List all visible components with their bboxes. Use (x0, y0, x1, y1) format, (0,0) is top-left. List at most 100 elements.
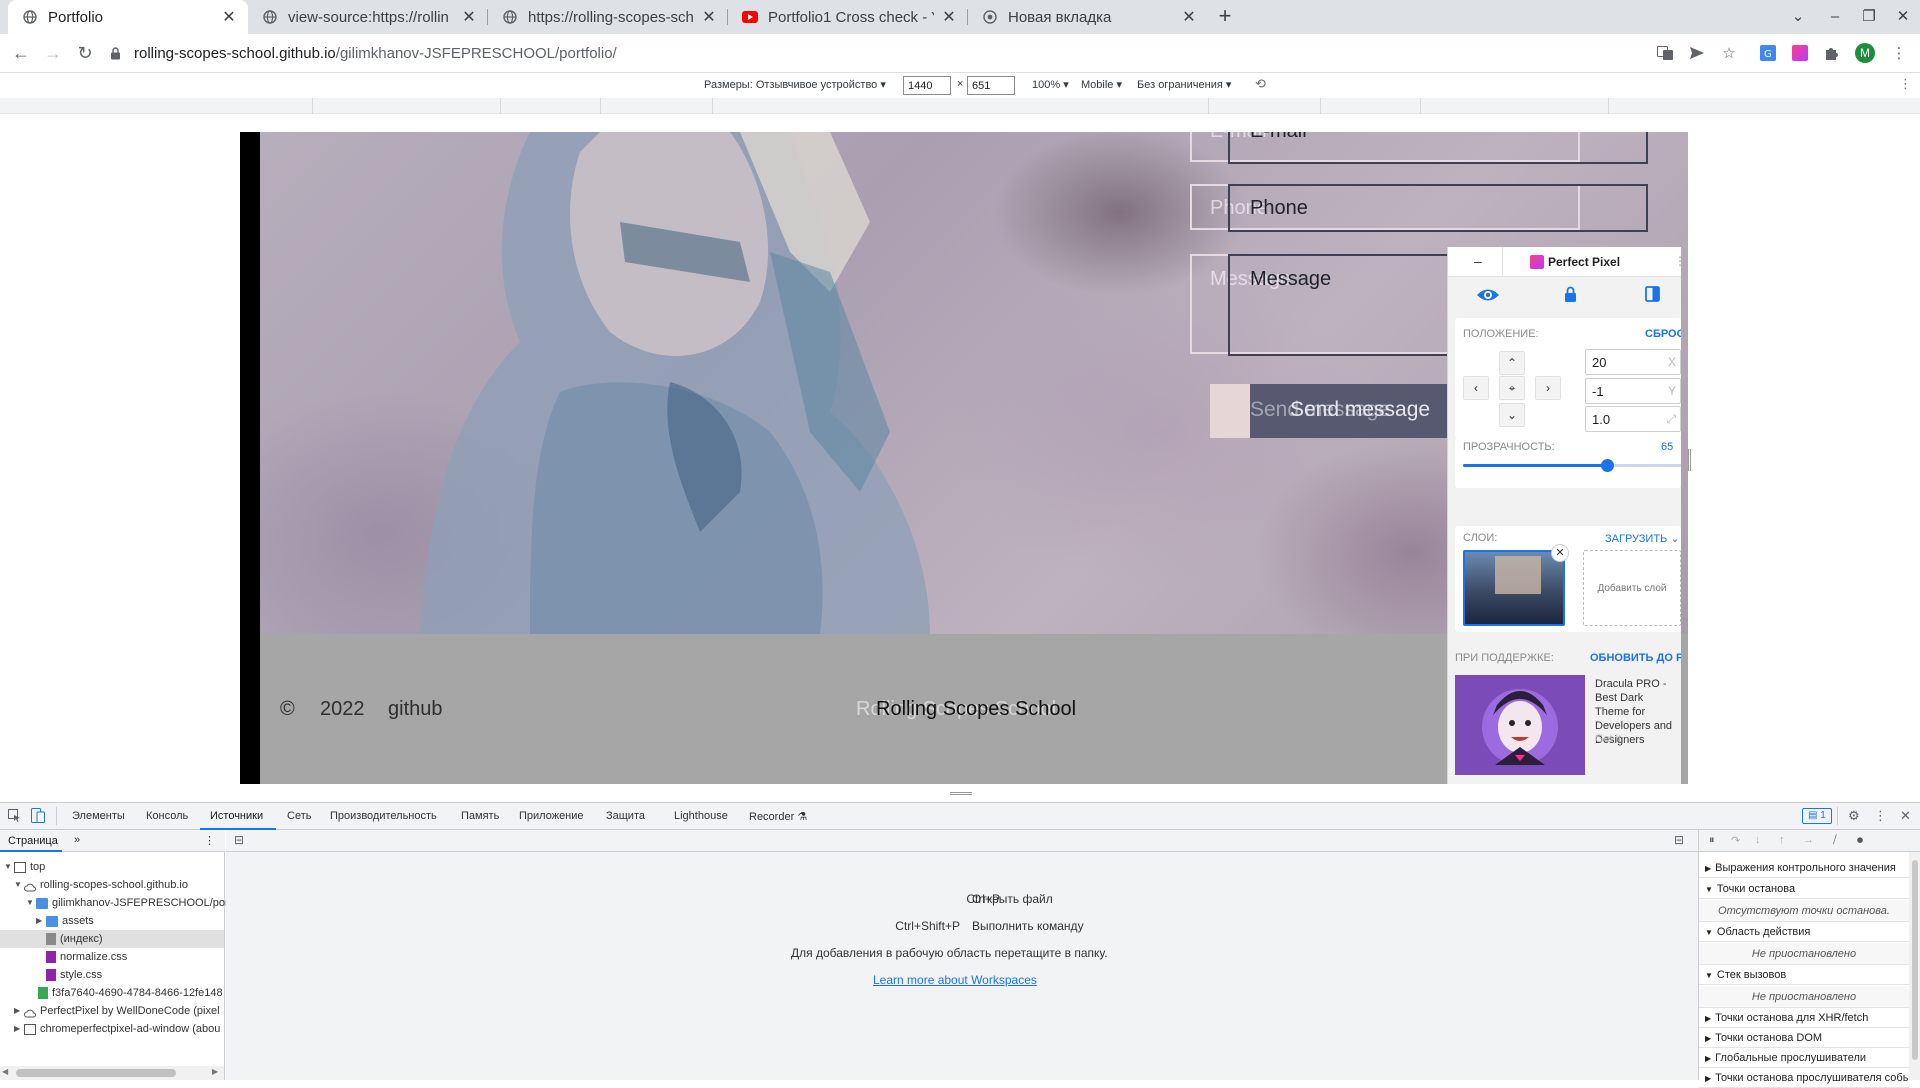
xhr-breakpoints-section[interactable]: ▶ Точки останова для XHR/fetch (1699, 1008, 1909, 1028)
tree-item-domain[interactable]: ▼ rolling-scopes-school.github.io (14, 876, 188, 894)
minimize-window-icon[interactable]: – (1822, 5, 1848, 29)
address-bar[interactable]: rolling-scopes-school.github.io /gilimkh… (108, 38, 1798, 68)
perfect-pixel-extension-icon[interactable] (1790, 43, 1810, 63)
reload-icon[interactable]: ↻ (73, 41, 97, 65)
scrollbar-thumb[interactable] (1912, 860, 1918, 1060)
upgrade-link[interactable]: ОБНОВИТЬ ДО PI (1590, 652, 1681, 664)
rotate-icon[interactable]: ⟲ (1255, 76, 1266, 92)
tree-item-index[interactable]: (индекс) (46, 930, 103, 948)
bookmark-star-icon[interactable]: ☆ (1719, 43, 1739, 63)
mode-dropdown[interactable]: Mobile ▾ (1081, 78, 1122, 91)
tree-item-project-folder[interactable]: ▼ gilimkhanov-JSFEPRESCHOOL/por (26, 894, 229, 912)
reset-button[interactable]: СБРОС (1645, 328, 1681, 340)
tab-security[interactable]: Защита (606, 810, 645, 822)
restore-window-icon[interactable]: ❐ (1856, 5, 1882, 29)
global-listeners-section[interactable]: ▶ Глобальные прослушиватели (1699, 1048, 1909, 1068)
tab-performance[interactable]: Производительность (330, 810, 437, 822)
navigator-horizontal-scrollbar[interactable]: ◀ ▶ (0, 1066, 224, 1080)
issues-badge[interactable]: ▤ 1 (1802, 808, 1832, 824)
toggle-debugger-icon[interactable]: ⊟ (1674, 833, 1684, 847)
scroll-right-icon[interactable]: ▶ (212, 1067, 218, 1076)
tree-item-normalize-css[interactable]: normalize.css (46, 948, 127, 966)
step-out-icon[interactable]: ↑ (1779, 834, 1785, 846)
step-icon[interactable]: → (1803, 834, 1814, 846)
browser-menu-icon[interactable]: ⋮ (1889, 43, 1909, 63)
scrollbar-thumb[interactable] (16, 1069, 176, 1077)
devtools-resize-bar[interactable] (0, 784, 1920, 802)
settings-gear-icon[interactable]: ⚙ (1848, 808, 1860, 824)
device-width-input[interactable] (903, 76, 951, 95)
close-tab-icon[interactable]: ✕ (700, 8, 718, 26)
extensions-puzzle-icon[interactable] (1822, 43, 1842, 63)
profile-avatar[interactable]: M (1855, 43, 1875, 63)
send-message-button[interactable]: Send message Send message (1210, 384, 1465, 438)
call-stack-section[interactable]: ▼ Стек вызовов (1699, 965, 1909, 985)
upload-layer-button[interactable]: ЗАГРУЗИТЬ ⌄ (1605, 532, 1680, 545)
debugger-vertical-scrollbar[interactable] (1909, 852, 1920, 1080)
opacity-slider-track[interactable] (1463, 459, 1681, 472)
throttle-dropdown[interactable]: Без ограничения ▾ (1137, 78, 1231, 91)
zoom-dropdown[interactable]: 100% ▾ (1032, 78, 1069, 91)
close-window-icon[interactable]: ✕ (1890, 5, 1916, 29)
layer-thumbnail[interactable] (1463, 550, 1565, 626)
tab-application[interactable]: Приложение (519, 810, 584, 822)
step-over-icon[interactable]: ↷ (1731, 834, 1740, 847)
deactivate-breakpoints-icon[interactable]: ⧸ (1833, 834, 1837, 847)
move-down-button[interactable]: ⌄ (1499, 403, 1525, 427)
move-left-button[interactable]: ‹ (1463, 376, 1489, 400)
move-right-button[interactable]: › (1535, 376, 1561, 400)
close-devtools-icon[interactable]: ✕ (1900, 808, 1911, 824)
invert-colors-icon[interactable] (1645, 286, 1660, 305)
tab-memory[interactable]: Память (461, 810, 499, 822)
devtools-menu-icon[interactable]: ⋮ (1874, 808, 1887, 824)
inspect-element-icon[interactable] (8, 809, 21, 825)
close-tab-icon[interactable]: ✕ (460, 8, 478, 26)
tab-rolling-scopes[interactable]: https://rolling-scopes-sch ✕ (488, 0, 728, 34)
ad-cta[interactable]: Get it (1595, 733, 1621, 745)
more-tabs-icon[interactable]: » (74, 834, 80, 846)
translate-icon[interactable] (1655, 43, 1675, 63)
github-link[interactable]: github (388, 698, 443, 721)
watch-section[interactable]: ▶ Выражения контрольного значения (1699, 858, 1909, 878)
scope-section[interactable]: ▼ Область действия (1699, 922, 1909, 942)
tab-portfolio[interactable]: Portfolio ✕ (8, 0, 248, 34)
add-layer-button[interactable]: Добавить слой (1583, 550, 1681, 626)
x-offset-input[interactable]: 20 X (1585, 349, 1681, 375)
send-icon[interactable] (1687, 43, 1707, 63)
tab-search-icon[interactable]: ⌄ (1785, 5, 1811, 29)
y-offset-input[interactable]: -1 Y (1585, 378, 1681, 404)
device-toolbar-menu-icon[interactable]: ⋮ (1899, 76, 1912, 92)
media-query-ruler[interactable] (0, 98, 1920, 114)
rolling-scopes-link[interactable]: Rolling Scopes School (876, 698, 1076, 721)
back-arrow-icon[interactable]: ← (9, 41, 33, 65)
navigator-menu-icon[interactable]: ⋮ (204, 834, 215, 847)
pause-icon[interactable]: ⏸ (1709, 834, 1715, 847)
tree-item-blob-file[interactable]: f3fa7640-4690-4784-8466-12fe148 (38, 984, 223, 1002)
remove-layer-icon[interactable]: ✕ (1551, 544, 1569, 562)
tree-item-assets[interactable]: ▶ assets (36, 912, 94, 930)
drag-handle-icon[interactable] (950, 792, 972, 795)
event-listener-breakpoints-section[interactable]: ▶ Точки останова прослушивателя событ (1699, 1068, 1909, 1088)
close-tab-icon[interactable]: ✕ (940, 8, 958, 26)
workspaces-link[interactable]: Learn more about Workspaces (873, 973, 1037, 987)
close-tab-icon[interactable]: ✕ (220, 8, 238, 26)
tab-recorder[interactable]: Recorder ⚗ (749, 810, 807, 823)
tab-youtube[interactable]: Portfolio1 Cross check - Yo ✕ (728, 0, 968, 34)
dimensions-dropdown[interactable]: Размеры: Отзывчивое устройство ▾ (704, 78, 886, 91)
eye-icon[interactable] (1476, 287, 1500, 306)
breakpoints-section[interactable]: ▼ Точки останова (1699, 879, 1909, 899)
minimize-panel-button[interactable]: – (1474, 253, 1482, 269)
forward-arrow-icon[interactable]: → (41, 41, 65, 65)
step-into-icon[interactable]: ↓ (1755, 834, 1761, 846)
dracula-ad-image[interactable] (1455, 675, 1585, 775)
tree-item-perfectpixel[interactable]: ▶ PerfectPixel by WellDoneCode (pixel (14, 1002, 220, 1020)
tab-elements[interactable]: Элементы (72, 810, 125, 822)
scale-input[interactable]: 1.0 ⤢ (1585, 406, 1681, 432)
panel-menu-icon[interactable]: ⋮ (1674, 254, 1681, 268)
tree-item-ad-window[interactable]: ▶ chromeperfectpixel-ad-window (abou (14, 1020, 220, 1038)
tab-console[interactable]: Консоль (146, 810, 188, 822)
tab-new-tab[interactable]: Новая вкладка ✕ (968, 0, 1208, 34)
tab-view-source[interactable]: view-source:https://rollin ✕ (248, 0, 488, 34)
tab-page[interactable]: Страница (8, 835, 58, 847)
scroll-left-icon[interactable]: ◀ (2, 1067, 8, 1076)
